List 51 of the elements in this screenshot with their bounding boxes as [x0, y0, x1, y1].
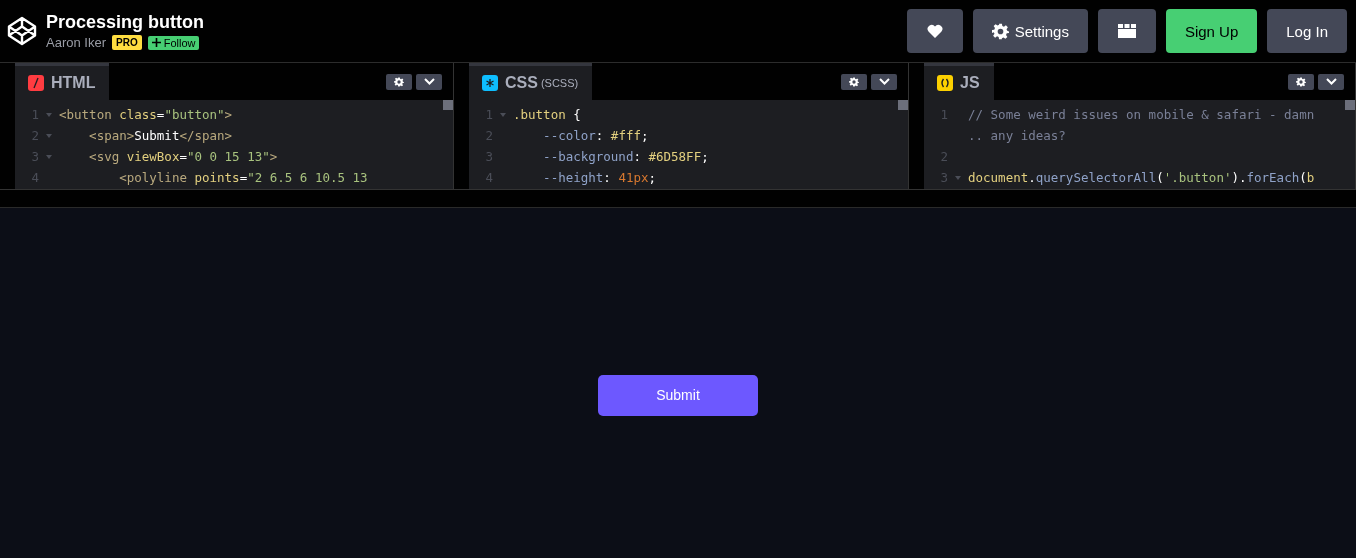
- editor-title: CSS: [505, 74, 538, 92]
- editor-tab[interactable]: HTML: [15, 63, 110, 100]
- settings-icon: [394, 76, 404, 87]
- scrollbar-thumb[interactable]: [443, 100, 453, 110]
- editor-settings-button[interactable]: [1288, 73, 1314, 90]
- scrollbar-thumb[interactable]: [1345, 100, 1355, 110]
- submit-button[interactable]: Submit: [598, 374, 758, 416]
- code-line: <svg viewBox="0 0 15 13">: [88, 149, 278, 164]
- heart-icon: [926, 24, 943, 38]
- collapse-button[interactable]: [871, 73, 897, 90]
- code-line: --color: #fff;: [542, 128, 649, 143]
- collapse-button[interactable]: [1318, 73, 1344, 90]
- code-line: .button {: [513, 107, 581, 122]
- layout-button[interactable]: [1097, 9, 1156, 53]
- chevron-down-icon: [1325, 78, 1337, 85]
- pro-badge: PRO: [112, 35, 142, 50]
- code-line: <span>Submit</span>: [88, 128, 233, 143]
- collapse-button[interactable]: [416, 73, 442, 90]
- love-button[interactable]: [906, 9, 963, 53]
- code-line: <polyline points="2 6.5 6 10.5 13: [118, 170, 368, 185]
- asterisk-icon: [482, 75, 498, 91]
- editor-title: JS: [960, 74, 980, 92]
- parentheses-icon: [937, 75, 953, 91]
- follow-button[interactable]: Follow: [147, 35, 200, 50]
- chevron-down-icon: [878, 78, 890, 85]
- author-link[interactable]: Aaron Iker: [46, 35, 106, 50]
- chevron-down-icon: [423, 78, 435, 85]
- settings-button[interactable]: Settings: [972, 9, 1088, 53]
- code-line: // Some weird issues on mobile & safari - damn: [968, 107, 1315, 122]
- code-line: --background: #6D58FF;: [542, 149, 709, 164]
- settings-icon: [1296, 76, 1306, 87]
- layout-icon: [1117, 24, 1136, 38]
- editor-tab[interactable]: JS: [924, 63, 994, 100]
- sign-up-button[interactable]: Sign Up: [1165, 9, 1258, 53]
- editor-settings-button[interactable]: [386, 73, 412, 90]
- settings-icon: [849, 76, 859, 87]
- code-line: --height: 41px;: [542, 170, 656, 185]
- editor-title: HTML: [51, 74, 96, 92]
- editor-tab[interactable]: CSS (SCSS): [469, 63, 593, 100]
- settings-icon: [991, 22, 1009, 40]
- code-line: document.querySelectorAll('.button').forEach(b: [968, 170, 1315, 185]
- codepen-logo[interactable]: [6, 15, 38, 47]
- scrollbar-thumb[interactable]: [898, 100, 908, 110]
- pen-title: Processing button: [46, 12, 204, 33]
- code-line: <button class="button">: [59, 107, 233, 122]
- editor-settings-button[interactable]: [841, 73, 867, 90]
- log-in-button[interactable]: Log In: [1267, 9, 1347, 53]
- code-line: .. any ideas?: [968, 128, 1066, 143]
- preprocessor-label: (SCSS): [540, 77, 579, 89]
- plus-icon: [151, 38, 161, 47]
- slash-icon: [28, 75, 44, 91]
